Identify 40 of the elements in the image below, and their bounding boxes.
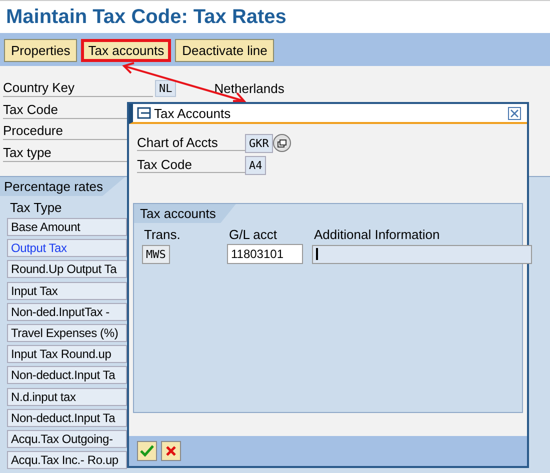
table-cell[interactable]: Base Amount [7, 218, 127, 236]
table-cell[interactable]: Round.Up Output Ta [7, 260, 127, 278]
input-field[interactable]: GKR [245, 134, 273, 152]
column-header: Tax Type [9, 199, 63, 217]
table-cell[interactable]: Non-deduct.Input Ta [7, 366, 127, 384]
table-cell[interactable]: Input Tax Round.up [7, 345, 127, 364]
table-cell[interactable]: Acqu.Tax Inc.- Ro.up [7, 451, 127, 470]
close-icon [165, 445, 177, 457]
page-title: Maintain Tax Code: Tax Rates [6, 6, 288, 29]
dialog-icon [137, 107, 151, 119]
table-cell[interactable]: N.d.input tax [7, 388, 127, 406]
column-header: Trans. [144, 227, 182, 242]
input-field[interactable] [312, 244, 532, 264]
close-icon [510, 108, 519, 118]
field-label: Country Key [3, 80, 153, 98]
toolbar-button[interactable]: Deactivate line [175, 39, 274, 62]
confirm-button[interactable] [137, 441, 157, 461]
table-cell[interactable]: Non-deduct.Input Ta [7, 408, 127, 427]
toolbar-button[interactable]: Properties [4, 39, 78, 62]
group-title: Tax accounts [134, 204, 236, 223]
column-header: Additional Information [314, 227, 441, 242]
table-cell[interactable]: Non-ded.InputTax - [7, 302, 127, 321]
input-field[interactable]: NL [155, 80, 176, 98]
section-title: Percentage rates [0, 177, 126, 196]
dialog-title: Tax Accounts [154, 106, 232, 120]
close-button[interactable] [508, 106, 521, 120]
table-cell[interactable]: Input Tax [7, 282, 127, 300]
table-cell: MWS [142, 244, 170, 264]
table-cell[interactable]: Acqu.Tax Outgoing- [7, 430, 127, 448]
cancel-button[interactable] [161, 441, 181, 461]
windows-icon [276, 138, 287, 148]
table-cell[interactable]: Travel Expenses (%) [7, 324, 127, 342]
field-description: Netherlands [214, 81, 284, 96]
input-field[interactable]: A4 [245, 156, 266, 174]
toolbar-button[interactable]: Tax accounts [81, 39, 172, 62]
input-field[interactable]: 11803101 [227, 244, 303, 264]
column-header: G/L acct [229, 227, 278, 242]
checkmark-icon [140, 445, 154, 457]
search-help-button[interactable] [272, 134, 291, 152]
table-cell[interactable]: Output Tax [7, 239, 127, 258]
